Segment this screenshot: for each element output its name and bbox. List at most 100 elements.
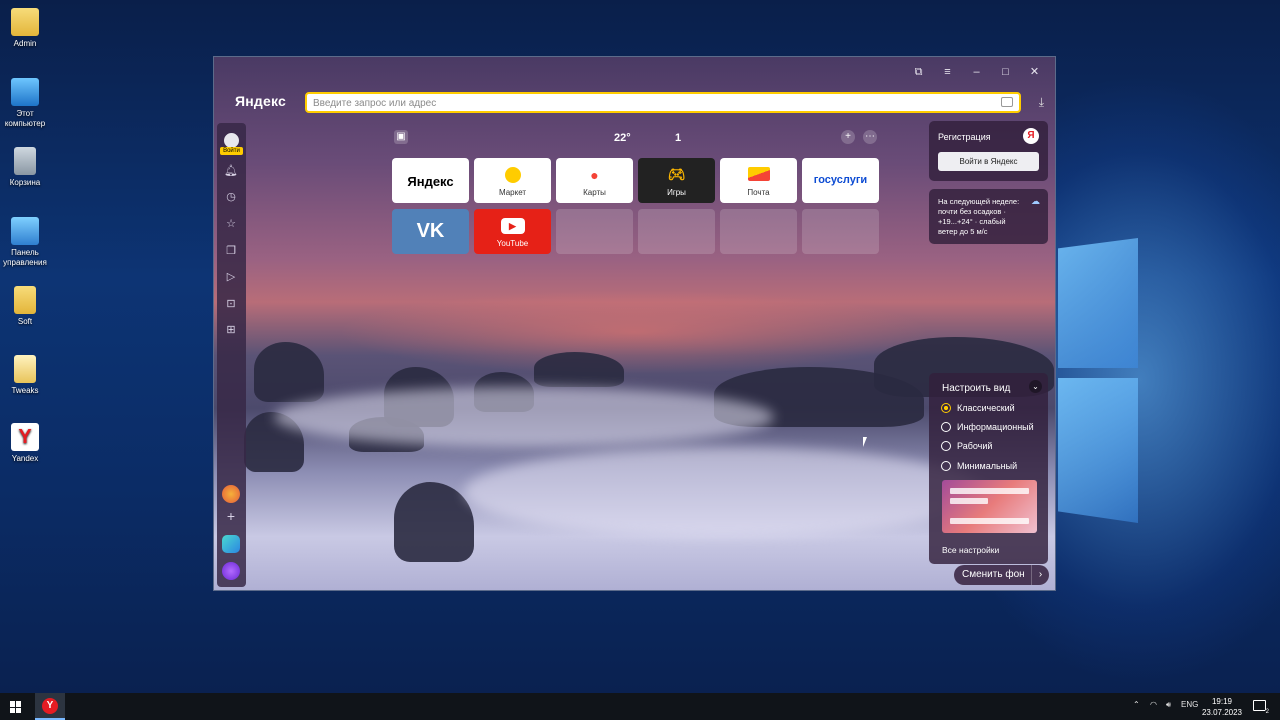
history-icon[interactable]: ◷ [224,190,238,204]
more-icon[interactable]: ⋯ [863,130,877,144]
search-bar [305,92,1021,113]
clock[interactable]: 19:19 23.07.2023 [1200,696,1244,718]
desktop-icon-soft[interactable]: Soft [2,286,48,327]
window-controls: ⧉ ≡ – □ ✕ [904,61,1049,83]
desktop-icon-recycle-bin[interactable]: Корзина [2,147,48,188]
chevron-right-icon: › [1031,565,1049,585]
cloud-rain-icon: ☁ [1031,196,1040,206]
add-tile-button[interactable]: + [841,130,855,144]
mouse-cursor [863,437,867,447]
gamepad-icon: 🎮︎ [667,166,686,182]
login-badge[interactable]: Войти [220,147,243,155]
yandex-logo[interactable]: Яндекс [235,93,286,109]
taskbar: Y ⌃ ◠ 🔊︎ ENG 19:19 23.07.2023 2 [0,693,1280,720]
customize-view-title: Настроить вид [942,383,1011,394]
menu-icon[interactable]: ≡ [933,61,962,83]
notification-center-icon[interactable]: 2 [1253,700,1270,715]
mountain [254,342,324,402]
clock-date: 23.07.2023 [1201,708,1243,717]
collections-icon[interactable]: ⧉ [904,61,933,83]
view-option-informational[interactable]: Информационный [941,422,1034,432]
maximize-button[interactable]: □ [991,61,1020,83]
desktop-icon-admin[interactable]: Admin [2,8,48,49]
tile-empty[interactable] [802,209,879,254]
camera-search-icon[interactable] [1001,97,1013,107]
avatar-app-icon[interactable] [222,485,240,503]
desktop-icon-control-panel[interactable]: Панель управления [2,217,48,268]
preview-row [950,518,1029,524]
tile-youtube[interactable]: ▶ YouTube [474,209,551,254]
language-indicator[interactable]: ENG [1181,700,1198,709]
clock-time: 19:19 [1211,697,1233,706]
view-option-work[interactable]: Рабочий [941,441,992,451]
control-panel-icon [11,217,39,245]
weather-text: На следующей неделе: почти без осадков ·… [938,197,1020,236]
download-icon[interactable]: ⤓ [1039,95,1044,110]
bell-icon[interactable]: 🔔︎ [224,164,238,178]
avatar[interactable] [224,133,239,148]
view-option-label: Классический [957,403,1015,413]
desktop-icon-label: Soft [17,317,33,326]
taskbar-yandex-browser[interactable]: Y [35,693,65,720]
desktop-icon-yandex[interactable]: Y Yandex [2,423,48,464]
tile-label: VK [416,220,445,242]
folder-icon [11,8,39,36]
tile-vk[interactable]: VK [392,209,469,254]
weather-panel[interactable]: На следующей неделе: почти без осадков ·… [929,189,1048,244]
gallery-icon[interactable]: ▣ [394,130,408,144]
star-icon[interactable]: ☆ [224,217,238,231]
view-option-classic[interactable]: Классический [941,403,1015,413]
start-button[interactable] [10,701,22,713]
play-icon[interactable]: ▷ [224,270,238,284]
collections-icon[interactable]: ❐ [224,244,238,258]
search-input[interactable] [313,95,993,111]
all-settings-link[interactable]: Все настройки [942,545,999,555]
radio [941,461,951,471]
change-background-button[interactable]: Сменить фон › [954,565,1049,585]
desktop-icon-label: Admin [13,39,37,48]
tile-empty[interactable] [638,209,715,254]
network-icon[interactable]: ◠ [1150,700,1157,709]
view-option-label: Рабочий [957,441,993,451]
notifications-count[interactable]: 1 [675,132,681,144]
account-panel-title: Регистрация [938,132,991,142]
close-button[interactable]: ✕ [1020,61,1049,83]
windows-logo-pane-2 [1058,378,1138,523]
desktop-icon-this-pc[interactable]: Этот компьютер [2,78,48,129]
tile-empty[interactable] [720,209,797,254]
alice-icon[interactable] [222,562,240,580]
folder-icon [14,286,36,314]
view-option-label: Информационный [957,422,1034,432]
login-button[interactable]: Войти в Яндекс [938,152,1039,171]
radio [941,422,951,432]
desktop-icon-tweaks[interactable]: Tweaks [2,355,48,396]
volume-icon[interactable]: 🔊︎ [1166,700,1171,710]
mail-icon [747,167,770,181]
tile-gosuslugi[interactable]: госуслуги [802,158,879,203]
chevron-down-icon[interactable]: ⌄ [1029,380,1042,393]
minimize-button[interactable]: – [962,61,991,83]
market-icon [504,167,521,183]
tile-empty[interactable] [556,209,633,254]
tile-maps[interactable]: ● Карты [556,158,633,203]
yandex-browser-icon: Y [11,423,39,451]
tile-yandex[interactable]: Яндекс [392,158,469,203]
browser-window: ⧉ ≡ – □ ✕ Яндекс ⤓ Войти 🔔︎ ◷ ☆ ❐ ▷ ⊡ ⊞ … [213,56,1056,591]
tile-games[interactable]: 🎮︎ Игры [638,158,715,203]
view-option-minimal[interactable]: Минимальный [941,461,1017,471]
messenger-app-icon[interactable] [222,535,240,553]
view-option-label: Минимальный [957,461,1018,471]
tile-mail[interactable]: Почта [720,158,797,203]
mountain [534,352,624,387]
apps-grid-icon[interactable]: ⊞ [224,323,238,337]
fog [274,387,774,447]
yandex-icon: Я [1023,128,1039,144]
radio-checked [941,403,951,413]
desktop-icon-label: Панель управления [3,248,47,267]
screenshot-icon[interactable]: ⊡ [224,297,238,311]
tile-market[interactable]: Маркет [474,158,551,203]
yandex-browser-icon: Y [42,698,58,714]
weather-temperature[interactable]: 22° [614,132,631,144]
add-icon[interactable]: + [224,509,238,523]
chevron-up-icon[interactable]: ⌃ [1133,700,1140,709]
